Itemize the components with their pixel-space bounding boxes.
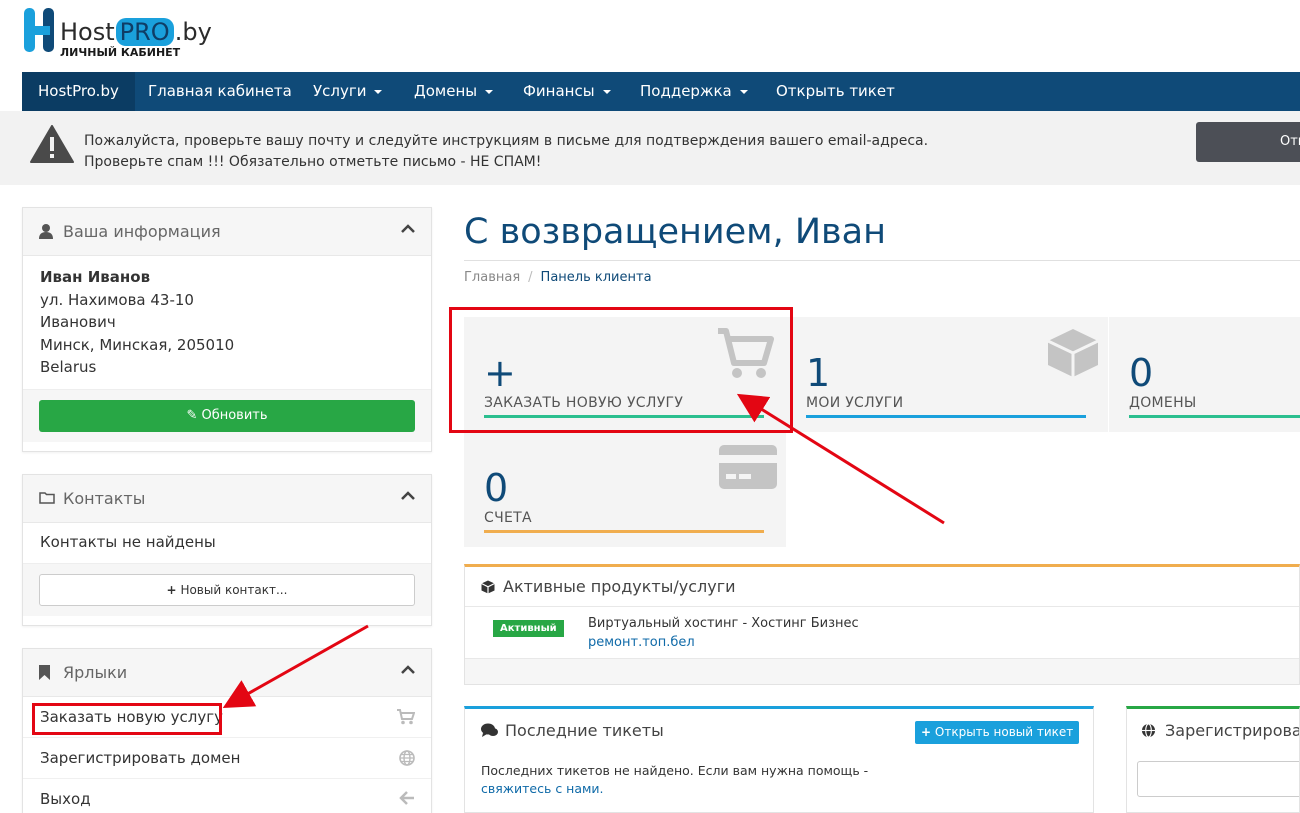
cube-icon bbox=[481, 580, 495, 594]
globe-icon bbox=[1141, 723, 1156, 738]
panel-title: Зарегистрироват bbox=[1165, 721, 1300, 740]
contact-us-link[interactable]: свяжитесь с нами. bbox=[481, 780, 868, 798]
panel-title: Активные продукты/услуги bbox=[503, 577, 736, 596]
active-products-panel: Активные продукты/услуги Активный Виртуа… bbox=[464, 564, 1300, 685]
status-badge: Активный bbox=[493, 620, 564, 637]
panel-footer bbox=[465, 658, 1299, 684]
annotation-arrows bbox=[222, 393, 945, 708]
product-domain-link[interactable]: ремонт.топ.бел bbox=[588, 635, 695, 650]
recent-tickets-panel: Последние тикеты + Открыть новый тикет П… bbox=[464, 706, 1094, 813]
annotation-arrow-to-tile bbox=[736, 393, 945, 525]
annotation-arrow-to-shortcut bbox=[222, 624, 369, 708]
panel-title: Последние тикеты bbox=[505, 721, 664, 740]
open-new-ticket-button[interactable]: + Открыть новый тикет bbox=[915, 721, 1080, 744]
tickets-empty-text: Последних тикетов не найдено. Если вам н… bbox=[481, 763, 869, 798]
comments-icon bbox=[481, 723, 498, 737]
register-domain-panel: Зарегистрироват bbox=[1126, 706, 1300, 813]
product-name[interactable]: Виртуальный хостинг - Хостинг Бизнес bbox=[588, 616, 859, 631]
panel-header: Активные продукты/услуги bbox=[465, 567, 1299, 607]
domain-search-input[interactable] bbox=[1137, 761, 1299, 797]
